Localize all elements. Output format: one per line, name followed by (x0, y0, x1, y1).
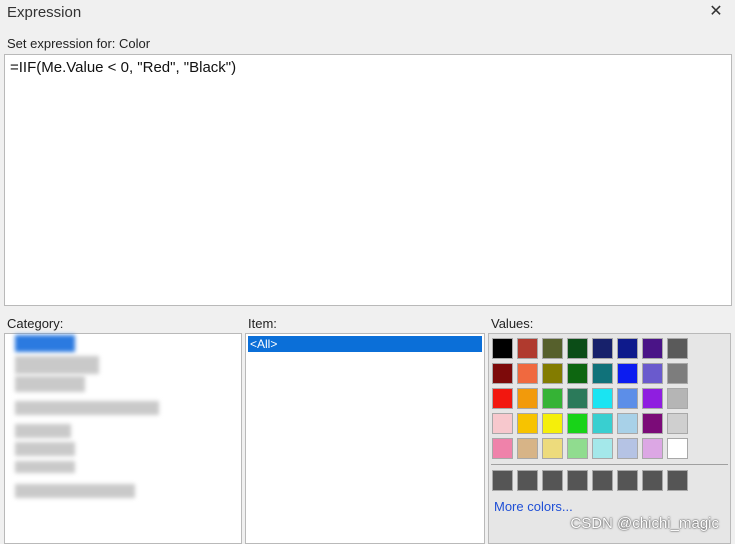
category-item[interactable] (15, 424, 71, 438)
color-swatch[interactable] (492, 338, 513, 359)
item-label: Item: (248, 316, 277, 331)
color-swatch[interactable] (542, 413, 563, 434)
custom-color-swatch[interactable] (642, 470, 663, 491)
category-list[interactable] (4, 333, 242, 544)
category-item[interactable] (15, 376, 85, 392)
custom-color-swatch[interactable] (567, 470, 588, 491)
color-swatch[interactable] (567, 363, 588, 384)
custom-color-swatch[interactable] (592, 470, 613, 491)
color-swatch[interactable] (642, 388, 663, 409)
category-item[interactable] (15, 442, 75, 456)
color-swatch[interactable] (667, 438, 688, 459)
palette-divider (491, 464, 728, 465)
color-swatch[interactable] (617, 338, 638, 359)
item-all[interactable]: <All> (248, 336, 482, 352)
color-swatch[interactable] (642, 438, 663, 459)
color-swatch[interactable] (617, 413, 638, 434)
color-swatch[interactable] (592, 388, 613, 409)
expression-editor[interactable]: =IIF(Me.Value < 0, "Red", "Black") (4, 54, 732, 306)
color-swatch[interactable] (542, 338, 563, 359)
title-bar: Expression ✕ (0, 0, 735, 26)
color-swatch[interactable] (492, 388, 513, 409)
window-title: Expression (7, 4, 82, 21)
color-swatch[interactable] (492, 363, 513, 384)
custom-color-swatch[interactable] (542, 470, 563, 491)
category-item[interactable] (15, 356, 99, 374)
category-item[interactable] (15, 461, 75, 473)
values-label: Values: (491, 316, 534, 331)
category-label: Category: (7, 316, 64, 331)
color-swatch[interactable] (542, 363, 563, 384)
category-item[interactable] (15, 484, 135, 498)
color-swatch[interactable] (617, 388, 638, 409)
custom-color-swatch[interactable] (667, 470, 688, 491)
color-swatch[interactable] (492, 413, 513, 434)
color-swatch[interactable] (592, 438, 613, 459)
color-swatch[interactable] (517, 338, 538, 359)
close-icon[interactable]: ✕ (705, 1, 727, 23)
color-swatch[interactable] (667, 338, 688, 359)
color-swatch[interactable] (567, 388, 588, 409)
color-swatch[interactable] (617, 438, 638, 459)
watermark: CSDN @chichi_magic (570, 515, 719, 532)
category-item[interactable] (15, 401, 159, 415)
color-swatch[interactable] (642, 363, 663, 384)
color-swatch[interactable] (592, 363, 613, 384)
color-swatch[interactable] (592, 413, 613, 434)
color-swatch[interactable] (642, 338, 663, 359)
color-swatch[interactable] (567, 438, 588, 459)
color-swatch[interactable] (667, 413, 688, 434)
custom-color-swatch[interactable] (517, 470, 538, 491)
color-swatch[interactable] (667, 363, 688, 384)
item-list[interactable]: <All> (245, 333, 485, 544)
custom-color-swatch[interactable] (492, 470, 513, 491)
color-swatch[interactable] (517, 438, 538, 459)
color-swatch[interactable] (517, 363, 538, 384)
category-item-selected[interactable] (15, 335, 75, 352)
color-swatch[interactable] (517, 388, 538, 409)
color-swatch[interactable] (567, 338, 588, 359)
color-swatch[interactable] (667, 388, 688, 409)
color-swatch[interactable] (567, 413, 588, 434)
color-swatch[interactable] (517, 413, 538, 434)
custom-color-swatch[interactable] (617, 470, 638, 491)
color-swatch[interactable] (542, 438, 563, 459)
color-swatch[interactable] (642, 413, 663, 434)
color-swatch[interactable] (617, 363, 638, 384)
values-palette[interactable]: More colors... (488, 333, 731, 544)
color-swatch[interactable] (542, 388, 563, 409)
expression-label: Set expression for: Color (7, 36, 151, 51)
color-swatch[interactable] (492, 438, 513, 459)
more-colors-link[interactable]: More colors... (494, 499, 573, 514)
color-swatch[interactable] (592, 338, 613, 359)
